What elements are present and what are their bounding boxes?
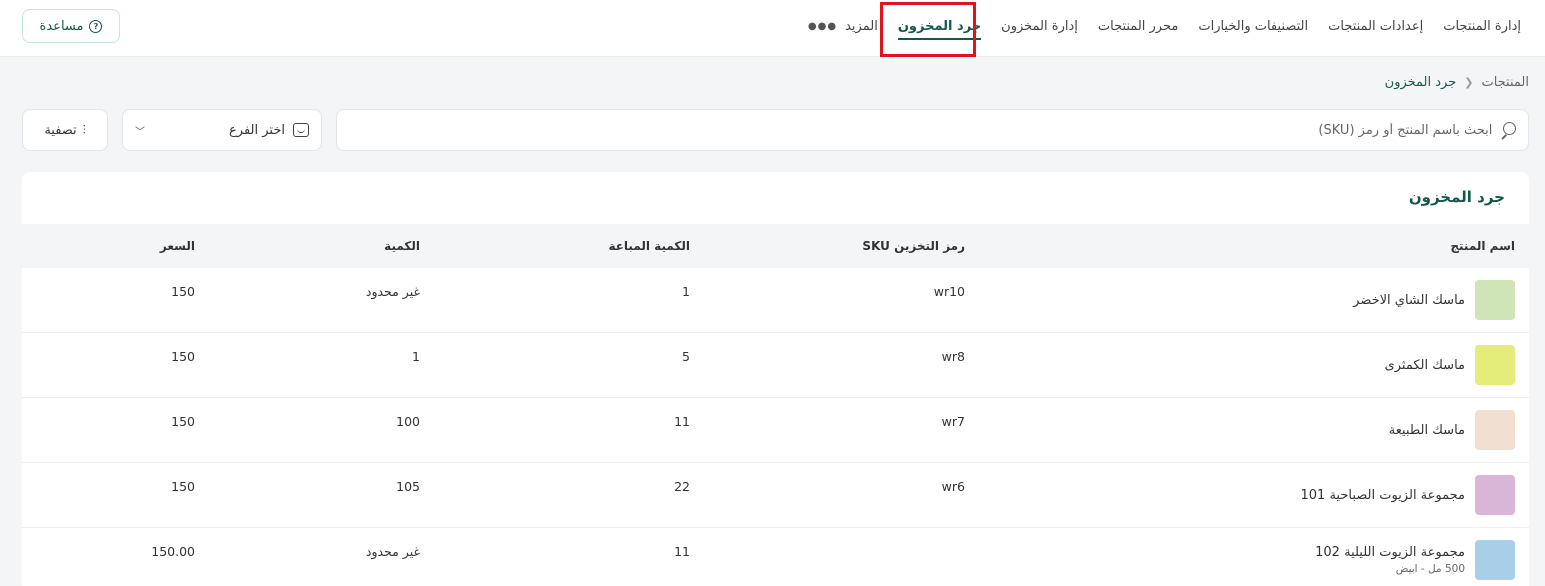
search-input[interactable] — [349, 122, 1493, 138]
help-button[interactable]: ? مساعدة — [22, 9, 120, 43]
cell-sku: wr6 — [941, 479, 965, 494]
search-icon — [1500, 122, 1516, 138]
product-name[interactable]: مجموعة الزيوت الصباحية 101 — [1300, 488, 1465, 503]
product-text: ماسك الطبيعة — [1389, 423, 1465, 438]
product-name[interactable]: ماسك الطبيعة — [1389, 423, 1465, 438]
inventory-table: اسم المنتج رمز التخزين SKU الكمية المباع… — [22, 224, 1529, 586]
cell-product: ماسك الكمثرى — [979, 333, 1529, 398]
help-label: مساعدة — [39, 18, 84, 34]
cell-price: 150 — [171, 284, 195, 299]
cell-sold: 1 — [682, 284, 690, 299]
cell-product: مجموعة الزيوت الصباحية 101 — [979, 463, 1529, 528]
filter-label: تصفية — [44, 122, 77, 138]
column-header-sold: الكمية المباعة — [608, 239, 690, 253]
card-title: جرد المخزون — [1408, 188, 1505, 206]
cell-sold: 22 — [674, 479, 690, 494]
tab-label: إدارة المنتجات — [1443, 18, 1521, 34]
table-row[interactable]: مجموعة الزيوت الليلية 102 500 مل - ابيض 11… — [22, 528, 1529, 586]
product-name[interactable]: مجموعة الزيوت الليلية 102 — [1315, 545, 1465, 560]
branch-select-label: اختر الفرع — [229, 122, 285, 138]
more-menu-button[interactable]: المزيد ●●● — [798, 0, 888, 52]
tab-product-management[interactable]: إدارة المنتجات — [1433, 0, 1531, 52]
product-thumbnail — [1475, 280, 1515, 320]
breadcrumb-current: جرد المخزون — [1384, 75, 1457, 90]
product-info: مجموعة الزيوت الليلية 102 500 مل - ابيض — [993, 528, 1515, 586]
more-dots-icon: ●●● — [807, 20, 838, 32]
cell-sku — [704, 528, 979, 586]
cell-product: ماسك الطبيعة — [979, 398, 1529, 463]
product-thumbnail — [1475, 540, 1515, 580]
table-row[interactable]: ماسك الشاي الاخضر wr10 1 غير محدود 150 — [22, 268, 1529, 333]
product-text: مجموعة الزيوت الليلية 102 500 مل - ابيض — [1315, 545, 1465, 575]
product-info: ماسك الكمثرى — [993, 333, 1515, 397]
product-name[interactable]: ماسك الكمثرى — [1385, 358, 1465, 373]
product-info: ماسك الشاي الاخضر — [993, 268, 1515, 332]
column-header-price: السعر — [159, 239, 195, 253]
cell-price: 150 — [171, 414, 195, 429]
cell-sold: 5 — [682, 349, 690, 364]
breadcrumb-root[interactable]: المنتجات — [1481, 75, 1529, 90]
tab-label: إدارة المخزون — [1001, 18, 1078, 34]
cell-qty: غير محدود — [365, 544, 420, 559]
product-info: مجموعة الزيوت الصباحية 101 — [993, 463, 1515, 527]
cell-product: ماسك الشاي الاخضر — [979, 268, 1529, 333]
cell-price: 150 — [171, 479, 195, 494]
question-circle-icon: ? — [89, 19, 103, 33]
product-text: مجموعة الزيوت الصباحية 101 — [1300, 488, 1465, 503]
column-header-qty: الكمية — [384, 239, 420, 253]
cell-price: 150 — [171, 349, 195, 364]
more-label: المزيد — [845, 18, 878, 34]
filter-button[interactable]: ⫶ تصفية — [22, 109, 108, 151]
product-variant: 500 مل - ابيض — [1395, 563, 1465, 575]
search-box — [336, 109, 1529, 151]
inventory-card: جرد المخزون اسم المنتج رمز التخزين SKU ا… — [22, 172, 1529, 586]
tab-label: التصنيفات والخيارات — [1198, 18, 1309, 34]
cell-qty: 105 — [396, 479, 420, 494]
tab-product-editor[interactable]: محرر المنتجات — [1088, 0, 1188, 52]
cell-product: مجموعة الزيوت الليلية 102 500 مل - ابيض — [979, 528, 1529, 586]
product-text: ماسك الكمثرى — [1385, 358, 1465, 373]
product-thumbnail — [1475, 410, 1515, 450]
table-row[interactable]: مجموعة الزيوت الصباحية 101 wr6 22 105 150 — [22, 463, 1529, 528]
cell-sku: wr8 — [941, 349, 965, 364]
top-navigation-bar: إدارة المنتجات إعدادات المنتجات التصنيفا… — [0, 0, 1545, 57]
tab-product-settings[interactable]: إعدادات المنتجات — [1318, 0, 1433, 52]
branch-select[interactable]: اختر الفرع ﹀ — [122, 109, 322, 151]
cell-price: 150.00 — [151, 544, 195, 559]
cell-sold: 11 — [674, 544, 690, 559]
cell-sku: wr7 — [941, 414, 965, 429]
column-header-name: اسم المنتج — [1450, 239, 1515, 253]
table-header-row: اسم المنتج رمز التخزين SKU الكمية المباع… — [22, 224, 1529, 268]
product-thumbnail — [1475, 475, 1515, 515]
product-info: ماسك الطبيعة — [993, 398, 1515, 462]
cell-sku: wr10 — [933, 284, 965, 299]
product-thumbnail — [1475, 345, 1515, 385]
tab-label: إعدادات المنتجات — [1328, 18, 1424, 34]
highlight-frame — [880, 2, 976, 57]
store-icon — [293, 123, 309, 137]
cell-qty: 100 — [396, 414, 420, 429]
column-header-sku: رمز التخزين SKU — [862, 239, 965, 253]
cell-qty: 1 — [412, 349, 420, 364]
cell-qty: غير محدود — [365, 284, 420, 299]
tab-inventory-management[interactable]: إدارة المخزون — [991, 0, 1088, 52]
chevron-down-icon: ﹀ — [135, 126, 145, 138]
product-text: ماسك الشاي الاخضر — [1353, 293, 1465, 308]
product-name[interactable]: ماسك الشاي الاخضر — [1353, 293, 1465, 308]
tab-categories-options[interactable]: التصنيفات والخيارات — [1188, 0, 1318, 52]
table-row[interactable]: ماسك الطبيعة wr7 11 100 150 — [22, 398, 1529, 463]
chevron-left-icon: ❮ — [1464, 76, 1474, 89]
table-row[interactable]: ماسك الكمثرى wr8 5 1 150 — [22, 333, 1529, 398]
cell-sold: 11 — [674, 414, 690, 429]
tab-label: محرر المنتجات — [1097, 18, 1179, 34]
filter-sliders-icon: ⫶ — [82, 122, 86, 137]
breadcrumb: المنتجات ❮ جرد المخزون — [1385, 75, 1529, 90]
